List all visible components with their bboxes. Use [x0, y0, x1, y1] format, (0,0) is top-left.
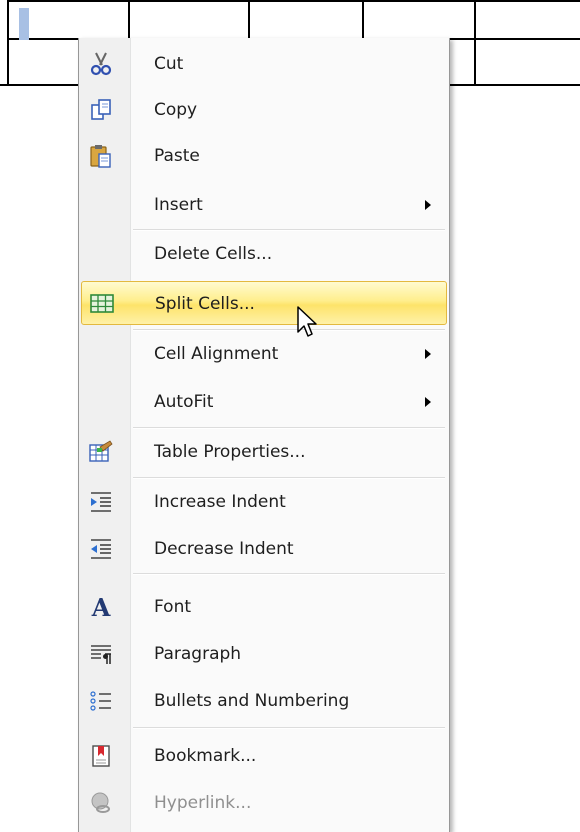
submenu-arrow-icon [425, 397, 431, 407]
menu-item-insert[interactable]: Insert [81, 183, 447, 227]
table-border-top [7, 0, 580, 2]
hyperlink-icon [87, 789, 115, 817]
menu-item-label: Split Cells... [155, 294, 255, 314]
menu-item-label: Copy [154, 100, 198, 120]
menu-separator [133, 427, 445, 429]
bullets-numbering-icon [87, 687, 115, 715]
menu-separator [133, 477, 445, 479]
menu-item-copy[interactable]: Copy [81, 88, 447, 132]
menu-item-label: Paragraph [154, 644, 242, 664]
menu-item-label: Cell Alignment [154, 344, 279, 364]
menu-item-label: Table Properties... [154, 442, 306, 462]
menu-separator [133, 229, 445, 231]
menu-item-split-cells[interactable]: Split Cells... [81, 281, 447, 325]
split-cells-icon [88, 290, 116, 318]
mouse-pointer-icon [297, 306, 317, 337]
scissors-icon [87, 50, 115, 78]
table-column-line [474, 0, 476, 86]
table-properties-icon [87, 438, 115, 466]
menu-item-label: AutoFit [154, 392, 214, 412]
menu-item-cut[interactable]: Cut [81, 42, 447, 86]
menu-item-cell-alignment[interactable]: Cell Alignment [81, 332, 447, 376]
submenu-arrow-icon [425, 349, 431, 359]
menu-item-decrease-indent[interactable]: Decrease Indent [81, 527, 447, 571]
menu-item-label: Font [154, 597, 192, 617]
menu-item-paste[interactable]: Paste [81, 134, 447, 178]
menu-item-label: Cut [154, 54, 184, 74]
table-column-line [7, 0, 9, 86]
menu-item-bookmark[interactable]: Bookmark... [81, 734, 447, 778]
menu-separator [133, 727, 445, 729]
cell-selection-marker [19, 8, 29, 40]
menu-item-label: Decrease Indent [154, 539, 294, 559]
menu-item-hyperlink[interactable]: Hyperlink... [81, 781, 447, 825]
menu-item-label: Increase Indent [154, 492, 286, 512]
decrease-indent-icon [87, 535, 115, 563]
font-icon-glyph: A [91, 592, 111, 622]
menu-item-delete-cells[interactable]: Delete Cells... [81, 232, 447, 276]
menu-item-paragraph[interactable]: Paragraph [81, 632, 447, 676]
menu-item-bullets-numbering[interactable]: Bullets and Numbering [81, 679, 447, 723]
menu-item-font[interactable]: A Font [81, 585, 447, 629]
paragraph-icon [87, 640, 115, 668]
table-column-line [248, 0, 250, 40]
menu-item-label: Paste [154, 146, 200, 166]
menu-separator [133, 329, 445, 331]
copy-icon [87, 96, 115, 124]
menu-item-label: Delete Cells... [154, 244, 273, 264]
submenu-arrow-icon [425, 200, 431, 210]
bookmark-icon [87, 742, 115, 770]
font-icon: A [87, 592, 115, 622]
menu-item-label: Bookmark... [154, 746, 257, 766]
menu-item-table-properties[interactable]: Table Properties... [81, 430, 447, 474]
menu-item-label: Bullets and Numbering [154, 691, 350, 711]
paste-icon [87, 142, 115, 170]
menu-item-increase-indent[interactable]: Increase Indent [81, 480, 447, 524]
context-menu: Cut Copy Paste Insert Delete Cells... Sp… [78, 38, 450, 832]
table-column-line [128, 0, 130, 40]
menu-item-label: Hyperlink... [154, 793, 252, 813]
menu-item-label: Insert [154, 195, 203, 215]
menu-separator [133, 573, 445, 575]
menu-item-autofit[interactable]: AutoFit [81, 380, 447, 424]
increase-indent-icon [87, 488, 115, 516]
table-column-line [362, 0, 364, 40]
